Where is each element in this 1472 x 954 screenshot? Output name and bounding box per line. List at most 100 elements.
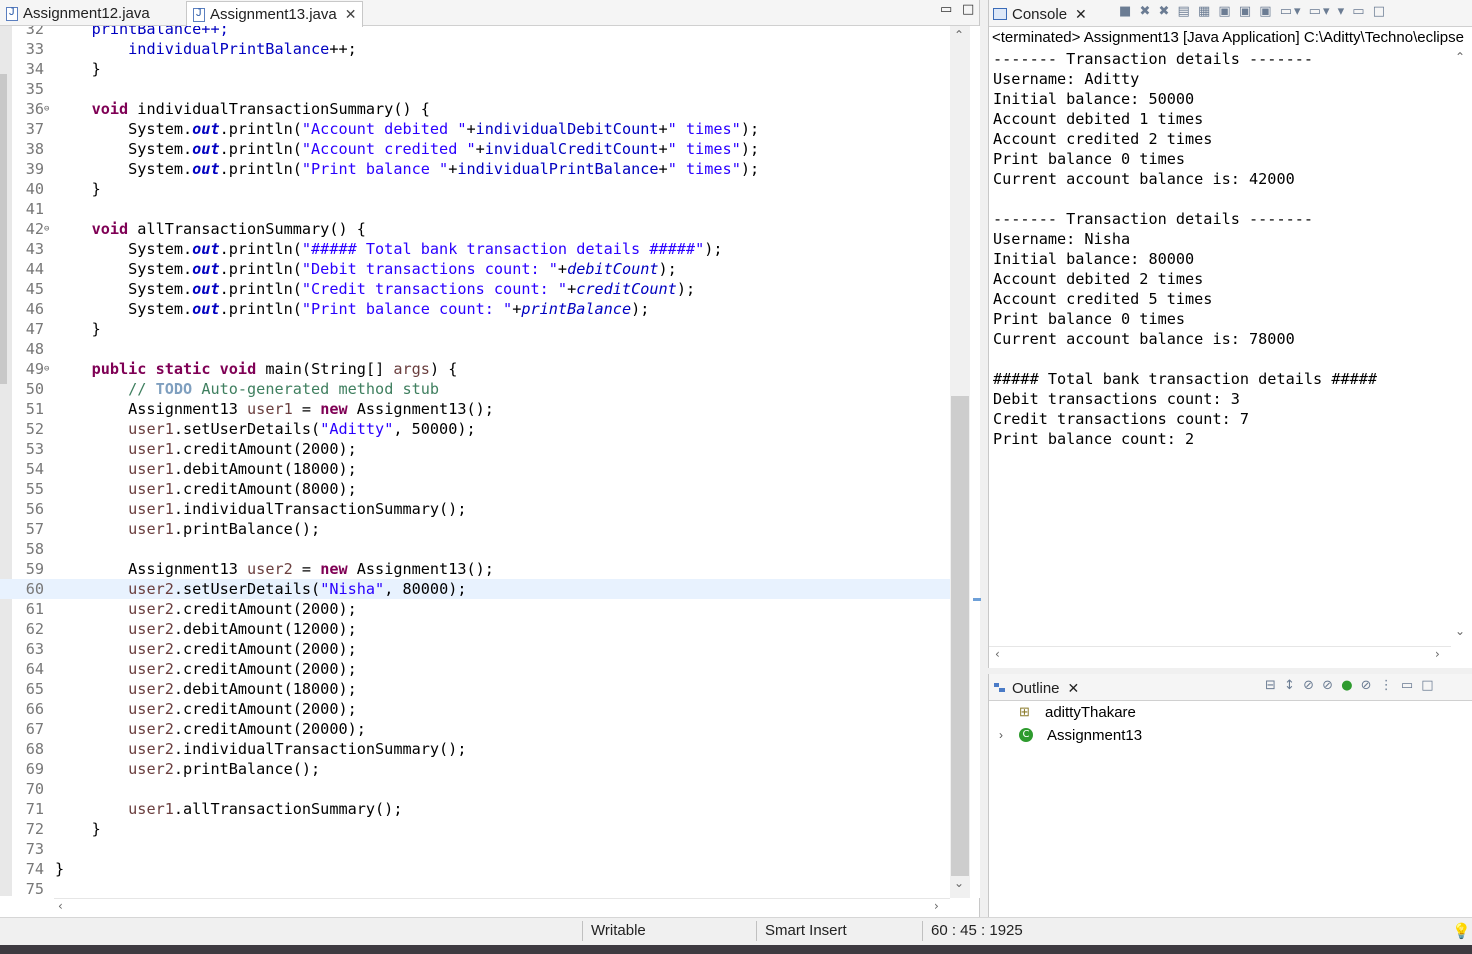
scroll-left-icon[interactable]: ‹ [995,647,1000,661]
code-line[interactable]: 73 [0,839,950,859]
code-line[interactable]: 62 user2.debitAmount(12000); [0,619,950,639]
outline-item-package[interactable]: ⊞ adittyThakare [1019,701,1136,723]
view-menu-icon[interactable]: ▾ [1338,4,1347,19]
code-line[interactable]: 64 user2.creditAmount(2000); [0,659,950,679]
code-line[interactable]: 59 Assignment13 user2 = new Assignment13… [0,559,950,579]
code-line[interactable]: 72 } [0,819,950,839]
code-line[interactable]: 44 System.out.println("Debit transaction… [0,259,950,279]
code-line[interactable]: 46 System.out.println("Print balance cou… [0,299,950,319]
show-on-error-icon[interactable]: ▣ [1239,4,1253,19]
code-line[interactable]: 39 System.out.println("Print balance "+i… [0,159,950,179]
fold-icon[interactable]: ⊖ [44,359,49,379]
close-icon[interactable]: ✕ [1075,6,1087,23]
code-line[interactable]: 65 user2.debitAmount(18000); [0,679,950,699]
scroll-left-icon[interactable]: ‹ [58,899,63,913]
code-line[interactable]: 45 System.out.println("Credit transactio… [0,279,950,299]
cursor-position[interactable]: 60 : 45 : 1925 [931,922,1023,939]
tab-assignment12[interactable]: Assignment12.java [0,1,156,26]
code-line[interactable]: 33 individualPrintBalance++; [0,39,950,59]
code-line[interactable]: 58 [0,539,950,559]
code-line[interactable]: 32 printBalance++; [0,26,950,39]
code-line[interactable]: 35 [0,79,950,99]
scroll-up-icon[interactable]: ⌃ [954,28,964,42]
code-line[interactable]: 54 user1.debitAmount(18000); [0,459,950,479]
minimize-icon[interactable]: ▭ [1352,4,1366,19]
pin-console-icon[interactable]: ▣ [1259,4,1273,19]
code-line[interactable]: 55 user1.creditAmount(8000); [0,479,950,499]
fold-icon[interactable]: ⊖ [44,99,49,119]
code-line[interactable]: 71 user1.allTransactionSummary(); [0,799,950,819]
code-line[interactable]: 74} [0,859,950,879]
code-line[interactable]: 68 user2.individualTransactionSummary(); [0,739,950,759]
code-line[interactable]: 49 ⊖ public static void main(String[] arg… [0,359,950,379]
maximize-icon[interactable]: □ [962,2,974,17]
console-vertical-scrollbar[interactable]: ⌃ ⌄ [1451,48,1471,646]
maximize-icon[interactable]: □ [1421,678,1435,693]
close-icon[interactable]: ✕ [1068,680,1080,697]
maximize-icon[interactable]: □ [1373,4,1387,19]
code-line[interactable]: 70 [0,779,950,799]
code-line[interactable]: 43 System.out.println("##### Total bank … [0,239,950,259]
terminate-icon[interactable]: ■ [1119,4,1133,19]
code-line[interactable]: 52 user1.setUserDetails("Aditty", 50000)… [0,419,950,439]
remove-all-icon[interactable]: ✖ [1158,4,1171,19]
view-menu-icon[interactable]: ⋮ [1380,678,1395,693]
tab-outline[interactable]: Outline ✕ [993,676,1079,700]
code-line[interactable]: 36 ⊖ void individualTransactionSummary() … [0,99,950,119]
console-horizontal-scrollbar[interactable]: ‹ › [989,646,1451,664]
display-console-icon[interactable]: ▭▾ [1280,4,1303,19]
sort-icon[interactable]: ↕ [1284,678,1297,693]
scroll-lock-icon[interactable]: ▤ [1178,4,1192,19]
code-line[interactable]: 47 } [0,319,950,339]
open-console-icon[interactable]: ▭▾ [1309,4,1332,19]
chevron-right-icon[interactable]: › [999,728,1013,742]
code-line[interactable]: 60 user2.setUserDetails("Nisha", 80000); [0,579,950,599]
word-wrap-icon[interactable]: ▦ [1198,4,1212,19]
hide-fields-icon[interactable]: ⊘ [1303,678,1316,693]
code-line[interactable]: 34 } [0,59,950,79]
code-line[interactable]: 53 user1.creditAmount(2000); [0,439,950,459]
outline-item-class[interactable]: › C Assignment13 [999,724,1142,746]
tab-console[interactable]: Console ✕ [993,2,1087,26]
console-output[interactable]: ------- Transaction details ------- Usern… [993,49,1448,645]
code-line[interactable]: 37 System.out.println("Account debited "… [0,119,950,139]
close-icon[interactable]: ✕ [345,6,357,23]
collapse-all-icon[interactable]: ⊟ [1265,678,1278,693]
code-line[interactable]: 69 user2.printBalance(); [0,759,950,779]
code-line[interactable]: 48 [0,339,950,359]
code-line[interactable]: 57 user1.printBalance(); [0,519,950,539]
code-line[interactable]: 63 user2.creditAmount(2000); [0,639,950,659]
minimize-icon[interactable]: ▭ [1401,678,1415,693]
scroll-up-icon[interactable]: ⌃ [1455,50,1465,64]
scroll-down-icon[interactable]: ⌄ [954,876,964,890]
remove-launch-icon[interactable]: ✖ [1139,4,1152,19]
editor-scroll-thumb[interactable] [951,396,969,876]
code-line[interactable]: 75 [0,879,950,898]
code-line[interactable]: 42 ⊖ void allTransactionSummary() { [0,219,950,239]
minimize-icon[interactable]: ▭ [940,2,952,17]
hide-non-public-icon[interactable]: ● [1341,678,1354,693]
code-line[interactable]: 41 [0,199,950,219]
scroll-right-icon[interactable]: › [1435,647,1440,661]
insert-mode-status[interactable]: Smart Insert [765,922,847,939]
show-on-output-icon[interactable]: ▣ [1218,4,1232,19]
code-line[interactable]: 66 user2.creditAmount(2000); [0,699,950,719]
code-line[interactable]: 51 Assignment13 user1 = new Assignment13… [0,399,950,419]
code-line[interactable]: 40 } [0,179,950,199]
scroll-right-icon[interactable]: › [934,899,939,913]
code-line[interactable]: 67 user2.creditAmount(20000); [0,719,950,739]
overview-ruler[interactable] [972,26,981,898]
lightbulb-icon[interactable]: 💡 [1452,922,1471,940]
overview-marker[interactable] [973,598,981,601]
code-line[interactable]: 50 // TODO Auto-generated method stub [0,379,950,399]
editor-horizontal-scrollbar[interactable]: ‹ › [54,898,950,916]
code-text-area[interactable]: 32 printBalance++; 33 individualPrintBala… [0,26,950,898]
code-line[interactable]: 56 user1.individualTransactionSummary(); [0,499,950,519]
scroll-down-icon[interactable]: ⌄ [1455,624,1465,638]
tab-assignment13[interactable]: Assignment13.java ✕ [186,1,364,27]
code-line[interactable]: 38 System.out.println("Account credited … [0,139,950,159]
code-line[interactable]: 61 user2.creditAmount(2000); [0,599,950,619]
hide-static-icon[interactable]: ⊘ [1322,678,1335,693]
fold-icon[interactable]: ⊖ [44,219,49,239]
hide-local-types-icon[interactable]: ⊘ [1361,678,1374,693]
